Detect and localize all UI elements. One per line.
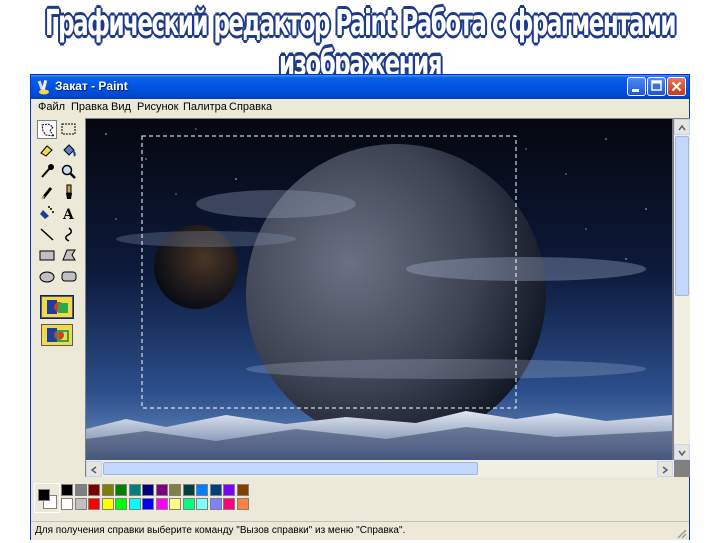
palette-swatch[interactable]	[236, 498, 249, 510]
horizontal-scroll-thumb[interactable]	[103, 462, 478, 475]
toolbox: A	[33, 118, 85, 476]
palette-swatch[interactable]	[128, 484, 141, 496]
rectangle-icon[interactable]	[37, 246, 57, 265]
maximize-button[interactable]	[647, 77, 666, 96]
palette-swatch[interactable]	[88, 498, 100, 510]
palette-swatch[interactable]	[209, 484, 222, 496]
palette-swatch[interactable]	[155, 498, 168, 510]
fill-icon[interactable]	[59, 141, 79, 160]
title-bar[interactable]: Закат - Paint	[31, 75, 689, 99]
window-title: Закат - Paint	[55, 79, 128, 93]
canvas-area	[85, 118, 690, 477]
menu-bar: Файл Правка Вид Рисунок Палитра Справка	[31, 99, 689, 117]
palette-swatch[interactable]	[155, 484, 168, 496]
palette-swatch[interactable]	[101, 484, 114, 496]
palette-swatch[interactable]	[128, 498, 141, 510]
scroll-right-button[interactable]	[657, 461, 673, 477]
planet	[246, 144, 546, 444]
minimize-button[interactable]	[627, 77, 646, 96]
line-icon[interactable]	[37, 225, 57, 244]
airbrush-icon[interactable]	[37, 204, 57, 223]
color-picker-icon[interactable]	[37, 162, 57, 181]
transparent-selection-icon[interactable]	[41, 324, 73, 346]
scroll-up-button[interactable]	[674, 119, 690, 135]
palette-swatch[interactable]	[169, 484, 181, 496]
palette-swatch[interactable]	[196, 484, 208, 496]
vertical-scrollbar[interactable]	[674, 119, 690, 460]
palette-swatch[interactable]	[182, 484, 195, 496]
palette-swatch[interactable]	[61, 498, 73, 510]
resize-grip-icon[interactable]	[675, 524, 687, 543]
close-button[interactable]	[667, 77, 686, 96]
palette-swatch[interactable]	[236, 484, 249, 496]
scroll-left-button[interactable]	[86, 461, 102, 477]
palette-swatch[interactable]	[142, 498, 154, 510]
color-palette	[31, 477, 689, 519]
brush-icon[interactable]	[59, 183, 79, 202]
menu-help[interactable]: Справка	[229, 101, 272, 113]
menu-colors[interactable]: Палитра	[183, 101, 227, 113]
scroll-down-button[interactable]	[674, 444, 690, 460]
palette-swatch[interactable]	[61, 484, 73, 496]
ellipse-icon[interactable]	[37, 267, 57, 286]
paint-brush-icon	[36, 79, 52, 95]
rect-select-icon[interactable]	[59, 120, 79, 139]
sunset-image[interactable]	[86, 119, 672, 460]
opaque-selection-icon[interactable]	[40, 295, 74, 319]
palette-swatch[interactable]	[101, 498, 114, 510]
rounded-rect-icon[interactable]	[59, 267, 79, 286]
palette-swatch[interactable]	[74, 484, 87, 496]
text-tool-glyph: A	[62, 207, 75, 223]
status-text: Для получения справки выберите команду "…	[35, 525, 406, 536]
palette-swatch[interactable]	[115, 484, 127, 496]
foreground-color-swatch	[38, 489, 50, 501]
palette-swatch[interactable]	[74, 498, 87, 510]
palette-swatch[interactable]	[115, 498, 127, 510]
palette-swatch[interactable]	[196, 498, 208, 510]
magnifier-icon[interactable]	[59, 162, 79, 181]
menu-image[interactable]: Рисунок	[137, 101, 179, 113]
status-bar: Для получения справки выберите команду "…	[31, 521, 689, 540]
palette-swatch[interactable]	[223, 484, 235, 496]
text-icon[interactable]: A	[59, 204, 79, 223]
pencil-icon[interactable]	[37, 183, 57, 202]
palette-swatch[interactable]	[142, 484, 154, 496]
palette-swatch[interactable]	[88, 484, 100, 496]
curve-icon[interactable]	[59, 225, 79, 244]
paint-window: Закат - Paint Файл Правка Вид Рисунок Па…	[30, 74, 690, 540]
polygon-icon[interactable]	[59, 246, 79, 265]
menu-file[interactable]: Файл	[38, 101, 65, 113]
palette-swatch[interactable]	[182, 498, 195, 510]
horizontal-scrollbar[interactable]	[86, 460, 674, 477]
palette-swatch[interactable]	[169, 498, 181, 510]
menu-view[interactable]: Вид	[111, 101, 131, 113]
current-colors[interactable]	[34, 483, 60, 513]
menu-edit[interactable]: Правка	[71, 101, 108, 113]
palette-swatch[interactable]	[209, 498, 222, 510]
palette-swatch[interactable]	[223, 498, 235, 510]
eraser-icon[interactable]	[37, 141, 57, 160]
vertical-scroll-thumb[interactable]	[675, 136, 689, 296]
free-select-icon[interactable]	[37, 120, 57, 139]
slide-title: Графический редактор Paint Работа с фраг…	[45, 4, 676, 85]
